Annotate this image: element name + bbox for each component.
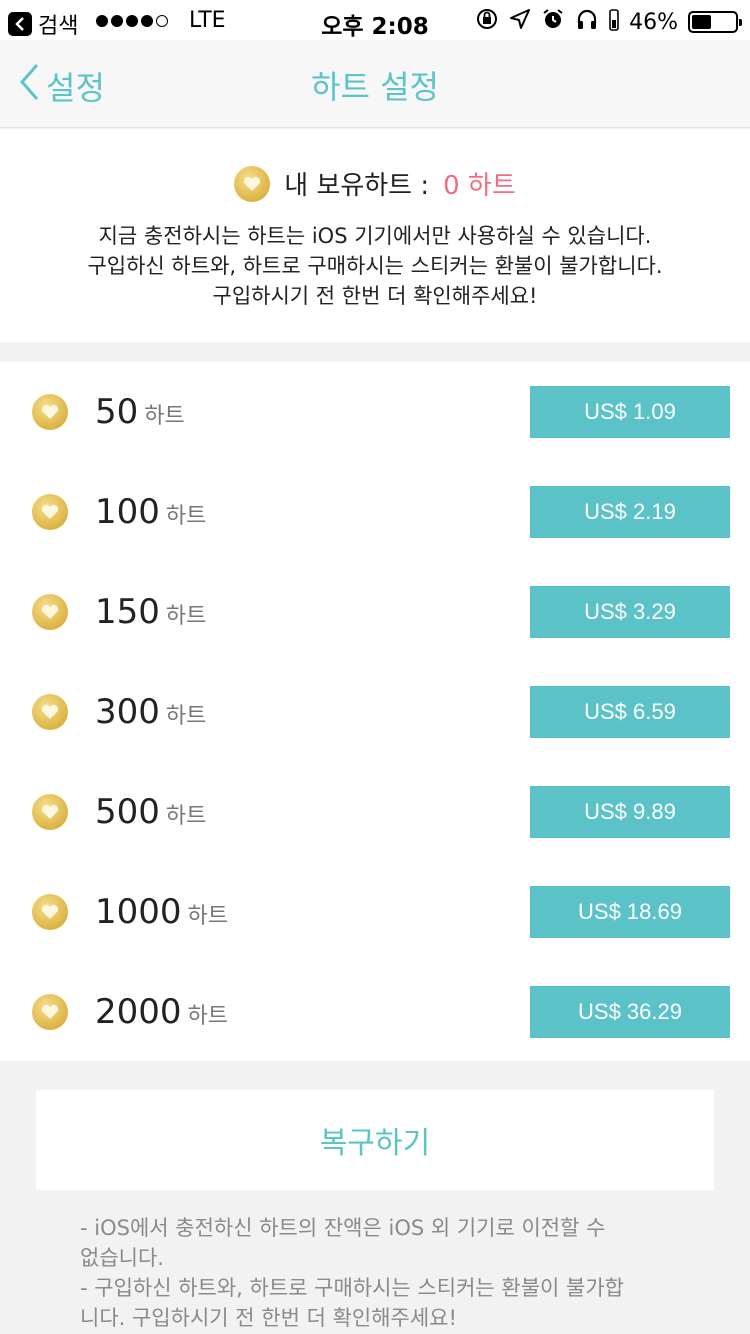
restore-button[interactable]: 복구하기 — [36, 1090, 714, 1190]
rotation-lock-icon — [475, 7, 499, 37]
heart-coin-icon — [32, 394, 68, 430]
navigation-bar: 설정 하트 설정 — [0, 40, 750, 128]
product-row: 150 하트 US$ 3.29 — [0, 562, 750, 662]
buy-price-button[interactable]: US$ 3.29 — [530, 586, 730, 638]
amount-value: 2000 — [95, 992, 182, 1032]
product-row: 2000 하트 US$ 36.29 — [0, 962, 750, 1062]
amount-unit: 하트 — [165, 604, 207, 629]
buy-price-button[interactable]: US$ 2.19 — [530, 486, 730, 538]
product-row: 100 하트 US$ 2.19 — [0, 462, 750, 562]
amount-unit: 하트 — [144, 404, 185, 429]
amount-unit: 하트 — [165, 804, 207, 829]
amount-value: 1000 — [95, 892, 182, 932]
battery-percent: 46% — [629, 9, 678, 35]
product-row: 1000 하트 US$ 18.69 — [0, 862, 750, 962]
notice-line: 지금 충전하시는 하트는 iOS 기기에서만 사용하실 수 있습니다. — [98, 224, 652, 248]
purchase-notice: 지금 충전하시는 하트는 iOS 기기에서만 사용하실 수 있습니다. 구입하신… — [0, 221, 750, 311]
product-amount: 2000 하트 — [95, 992, 228, 1032]
headphones-icon — [575, 7, 599, 37]
amount-value: 300 — [95, 692, 160, 732]
product-amount: 1000 하트 — [95, 892, 228, 932]
product-amount: 500 하트 — [95, 792, 206, 832]
notice-line: 구입하신 하트와, 하트로 구매하시는 스티커는 환불이 불가합니다. — [87, 254, 663, 278]
footer-line: 없습니다. — [80, 1246, 164, 1270]
balance-label: 내 보유하트 : — [284, 171, 430, 201]
heart-balance-panel: 내 보유하트 : 0 하트 지금 충전하시는 하트는 iOS 기기에서만 사용하… — [0, 129, 750, 342]
buy-price-button[interactable]: US$ 18.69 — [530, 886, 730, 938]
status-bar: 검색 LTE 오후 2:08 46% — [0, 0, 750, 40]
buy-price-button[interactable]: US$ 9.89 — [530, 786, 730, 838]
balance-count: 0 하트 — [443, 171, 516, 201]
status-icons: 46% — [475, 7, 742, 37]
footer-line: - iOS에서 충전하신 하트의 잔액은 iOS 외 기기로 이전할 수 — [80, 1216, 606, 1240]
footer-line: - 구입하신 하트와, 하트로 구매하시는 스티커는 환불이 불가합 — [80, 1276, 624, 1300]
product-row: 300 하트 US$ 6.59 — [0, 662, 750, 762]
heart-coin-icon — [32, 594, 68, 630]
heart-balance: 내 보유하트 : 0 하트 — [0, 165, 750, 202]
footer-line: 니다. 구입하시기 전 한번 더 확인해주세요! — [80, 1306, 457, 1330]
product-amount: 100 하트 — [95, 492, 206, 532]
battery-icon — [688, 11, 742, 33]
product-amount: 50 하트 — [95, 392, 185, 432]
amount-unit: 하트 — [165, 704, 207, 729]
product-amount: 300 하트 — [95, 692, 206, 732]
page-title: 하트 설정 — [311, 68, 439, 106]
product-row: 500 하트 US$ 9.89 — [0, 762, 750, 862]
heart-coin-icon — [32, 794, 68, 830]
heart-coin-icon — [32, 494, 68, 530]
heart-coin-icon — [32, 994, 68, 1030]
heart-product-list: 50 하트 US$ 1.09 100 하트 US$ 2.19 150 하트 US$ 3… — [0, 362, 750, 1061]
alarm-icon — [541, 7, 565, 37]
product-row: 50 하트 US$ 1.09 — [0, 362, 750, 462]
amount-unit: 하트 — [187, 904, 229, 929]
amount-value: 150 — [95, 592, 160, 632]
product-amount: 150 하트 — [95, 592, 206, 632]
amount-value: 500 — [95, 792, 160, 832]
amount-unit: 하트 — [165, 504, 207, 529]
device-battery-icon — [609, 7, 619, 37]
notice-line: 구입하시기 전 한번 더 확인해주세요! — [212, 284, 538, 308]
buy-price-button[interactable]: US$ 36.29 — [530, 986, 730, 1038]
buy-price-button[interactable]: US$ 6.59 — [530, 686, 730, 738]
buy-price-button[interactable]: US$ 1.09 — [530, 386, 730, 438]
heart-coin-icon — [32, 894, 68, 930]
battery-fill — [692, 15, 711, 29]
heart-coin-icon — [32, 694, 68, 730]
amount-value: 100 — [95, 492, 160, 532]
footer-notice: - iOS에서 충전하신 하트의 잔액은 iOS 외 기기로 이전할 수 없습니… — [80, 1213, 680, 1333]
heart-coin-icon — [234, 165, 271, 202]
location-icon — [509, 8, 531, 36]
amount-unit: 하트 — [187, 1004, 229, 1029]
amount-value: 50 — [95, 392, 139, 432]
